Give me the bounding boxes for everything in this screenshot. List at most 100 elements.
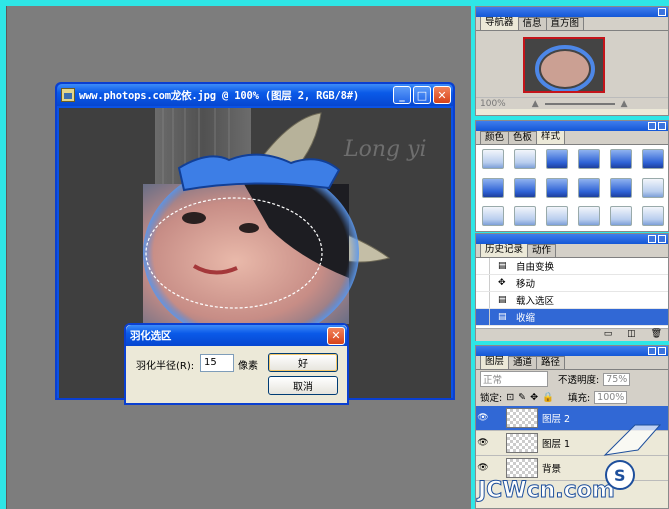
- dialog-titlebar[interactable]: 羽化选区 ✕: [126, 325, 347, 346]
- close-icon[interactable]: ✕: [433, 86, 451, 104]
- layer-lock-row: 锁定: ⊡ ✎ ✥ 🔒 填充: 100%: [476, 388, 668, 406]
- layer-thumbnail: [506, 408, 538, 428]
- lock-transparency-icon[interactable]: ⊡: [506, 392, 514, 403]
- style-swatch[interactable]: [642, 177, 664, 198]
- style-swatch[interactable]: [514, 177, 536, 198]
- zoom-value[interactable]: 100%: [480, 99, 506, 109]
- panel-minimize-icon[interactable]: [648, 235, 656, 243]
- feather-radius-input[interactable]: 15: [200, 354, 234, 372]
- navigator-view-box[interactable]: [523, 37, 605, 93]
- layer-name: 图层 1: [542, 439, 571, 450]
- styles-panel: 颜色 色板 样式: [475, 120, 669, 232]
- style-swatch[interactable]: [514, 206, 536, 227]
- navigator-preview: [476, 31, 668, 97]
- document-titlebar[interactable]: www.photops.com龙依.jpg @ 100% (图层 2, RGB/…: [57, 84, 453, 106]
- panel-close-icon[interactable]: [658, 235, 666, 243]
- layer-name: 图层 2: [542, 414, 571, 425]
- snapshot-icon[interactable]: ◫: [627, 329, 636, 339]
- tab-info[interactable]: 信息: [517, 17, 547, 30]
- dialog-close-icon[interactable]: ✕: [327, 326, 345, 345]
- fill-label: 填充:: [567, 393, 591, 404]
- style-swatch[interactable]: [578, 177, 600, 198]
- navigator-tabs: 导航器 信息 直方图: [476, 16, 668, 31]
- tab-styles[interactable]: 样式: [536, 130, 566, 144]
- blend-mode-select[interactable]: 正常: [480, 371, 548, 387]
- style-swatch[interactable]: [482, 206, 504, 227]
- zoom-slider[interactable]: [544, 102, 615, 105]
- zoom-in-icon[interactable]: ▲: [621, 99, 628, 109]
- trash-icon[interactable]: 🗑: [651, 329, 662, 339]
- lock-brush-icon[interactable]: ✎: [518, 392, 526, 403]
- opacity-input[interactable]: 75%: [603, 372, 631, 386]
- history-step-icon: ▤: [498, 312, 507, 322]
- minimize-icon[interactable]: _: [393, 86, 411, 104]
- history-item[interactable]: ▤ 自由变换: [476, 258, 668, 275]
- history-step-icon: ▤: [498, 261, 507, 271]
- styles-tabs: 颜色 色板 样式: [476, 130, 668, 145]
- tab-channels[interactable]: 通道: [508, 356, 538, 369]
- document-icon: [61, 88, 75, 102]
- style-swatch[interactable]: [546, 177, 568, 198]
- tab-layers[interactable]: 图层: [480, 355, 510, 369]
- style-swatch[interactable]: [610, 177, 632, 198]
- style-swatch[interactable]: [610, 206, 632, 227]
- tab-color[interactable]: 颜色: [480, 131, 510, 144]
- tab-history[interactable]: 历史记录: [480, 243, 529, 257]
- style-swatch[interactable]: [514, 149, 536, 169]
- panel-minimize-icon[interactable]: [648, 347, 656, 355]
- tab-histogram[interactable]: 直方图: [545, 17, 585, 30]
- eye-icon[interactable]: 👁: [476, 463, 490, 473]
- style-swatch[interactable]: [482, 177, 504, 198]
- styles-grid: [476, 145, 668, 231]
- history-panel: 历史记录 动作 ▤ 自由变换 ✥ 移动 ▤ 载入选区 ▤ 收缩 ▭ ◫ 🗑: [475, 233, 669, 341]
- style-swatch[interactable]: [578, 206, 600, 227]
- panel-minimize-icon[interactable]: [648, 122, 656, 130]
- style-swatch[interactable]: [642, 206, 664, 227]
- tab-actions[interactable]: 动作: [527, 244, 557, 257]
- panel-header[interactable]: [476, 346, 668, 356]
- eye-icon[interactable]: 👁: [476, 413, 490, 423]
- history-step-icon: ▤: [498, 295, 507, 305]
- tab-paths[interactable]: 路径: [536, 356, 566, 369]
- history-item[interactable]: ▤ 收缩: [476, 309, 668, 326]
- navigator-panel: 导航器 信息 直方图 100% ▲ ▲: [475, 6, 669, 116]
- maximize-icon[interactable]: □: [413, 86, 431, 104]
- eye-icon[interactable]: 👁: [476, 438, 490, 448]
- logo: S: [600, 420, 664, 500]
- dialog-title: 羽化选区: [130, 330, 172, 342]
- style-swatch[interactable]: [546, 149, 568, 169]
- move-icon: ✥: [498, 278, 506, 288]
- zoom-out-icon[interactable]: ▲: [532, 99, 539, 109]
- fill-input[interactable]: 100%: [594, 390, 628, 404]
- panel-header[interactable]: [476, 234, 668, 244]
- ok-button[interactable]: 好: [268, 353, 338, 372]
- lock-move-icon[interactable]: ✥: [530, 392, 538, 403]
- cancel-button[interactable]: 取消: [268, 376, 338, 395]
- panel-close-icon[interactable]: [658, 8, 666, 16]
- tab-swatches[interactable]: 色板: [508, 131, 538, 144]
- layer-blend-row: 正常 不透明度: 75%: [476, 370, 668, 388]
- canvas-text: Long yi: [343, 137, 427, 162]
- feather-dialog: 羽化选区 ✕ 羽化半径(R): 15 像素 好 取消: [124, 323, 349, 405]
- feather-radius-label: 羽化半径(R):: [136, 361, 195, 372]
- layer-name: 背景: [542, 464, 562, 475]
- history-item[interactable]: ✥ 移动: [476, 275, 668, 292]
- lock-all-icon[interactable]: 🔒: [542, 392, 554, 403]
- history-item[interactable]: ▤ 载入选区: [476, 292, 668, 309]
- panel-close-icon[interactable]: [658, 122, 666, 130]
- style-swatch[interactable]: [578, 149, 600, 169]
- style-swatch[interactable]: [546, 206, 568, 227]
- new-document-icon[interactable]: ▭: [604, 329, 613, 339]
- layer-thumbnail: [506, 433, 538, 453]
- panel-close-icon[interactable]: [658, 347, 666, 355]
- history-list: ▤ 自由变换 ✥ 移动 ▤ 载入选区 ▤ 收缩: [476, 258, 668, 328]
- panel-header[interactable]: [476, 121, 668, 131]
- style-swatch[interactable]: [642, 149, 664, 169]
- style-swatch[interactable]: [610, 149, 632, 169]
- history-item-label: 收缩: [516, 313, 536, 324]
- svg-text:S: S: [614, 466, 626, 485]
- style-swatch[interactable]: [482, 149, 504, 169]
- tab-navigator[interactable]: 导航器: [480, 16, 519, 30]
- document-title: www.photops.com龙依.jpg @ 100% (图层 2, RGB/…: [79, 89, 359, 102]
- panel-header[interactable]: [476, 7, 668, 17]
